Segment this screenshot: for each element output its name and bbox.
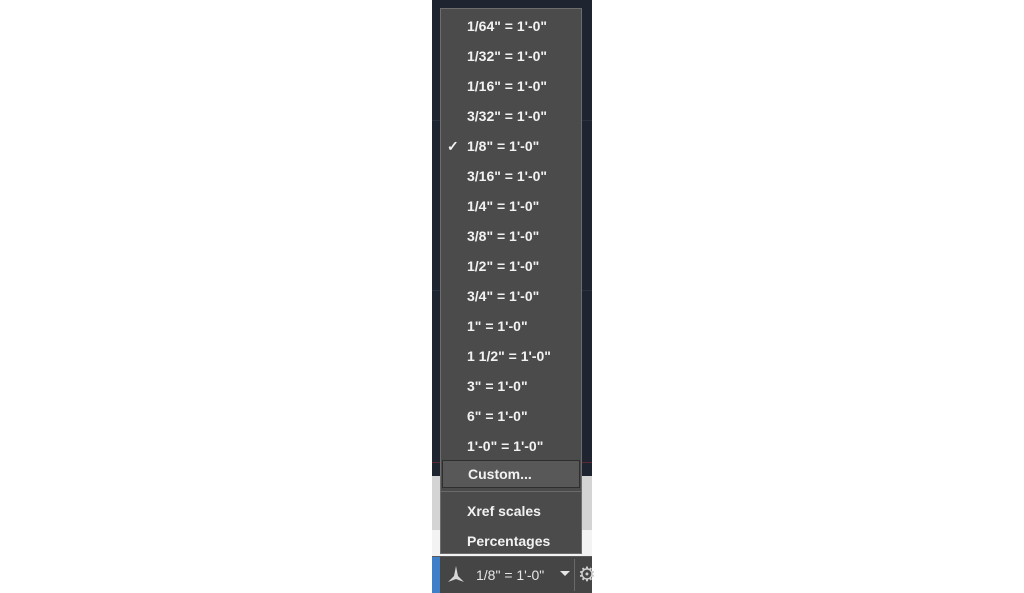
menu-item-scale[interactable]: 1/4" = 1'-0" <box>441 191 581 221</box>
annotation-scale-menu: Custom... Xref scales Percentages 1/64" … <box>440 8 582 554</box>
menu-item-scale[interactable]: 1'-0" = 1'-0" <box>441 431 581 461</box>
menu-item-label: 1/64" = 1'-0" <box>467 18 548 34</box>
menu-item-scale[interactable]: 3/16" = 1'-0" <box>441 161 581 191</box>
menu-item-label: 6" = 1'-0" <box>467 408 528 424</box>
menu-item-label: 1" = 1'-0" <box>467 318 528 334</box>
menu-item-scale[interactable]: 3/8" = 1'-0" <box>441 221 581 251</box>
checkmark-icon: ✓ <box>447 138 459 154</box>
menu-item-label: Percentages <box>467 533 551 549</box>
menu-item-label: 3/8" = 1'-0" <box>467 228 540 244</box>
menu-item-label: 3/32" = 1'-0" <box>467 108 548 124</box>
chevron-down-icon[interactable] <box>560 571 570 576</box>
menu-item-label: 3" = 1'-0" <box>467 378 528 394</box>
menu-item-scale[interactable]: 3/4" = 1'-0" <box>441 281 581 311</box>
menu-item-scale[interactable]: 1/16" = 1'-0" <box>441 71 581 101</box>
status-button-partial[interactable] <box>432 557 440 593</box>
menu-item-scale[interactable]: 6" = 1'-0" <box>441 401 581 431</box>
menu-item-scale[interactable]: 1 1/2" = 1'-0" <box>441 341 581 371</box>
menu-separator <box>441 491 581 492</box>
divider <box>574 559 575 591</box>
menu-item-label: 1/4" = 1'-0" <box>467 198 540 214</box>
menu-item-scale[interactable]: 1" = 1'-0" <box>441 311 581 341</box>
menu-item-scale[interactable]: 1/32" = 1'-0" <box>441 41 581 71</box>
menu-item-custom[interactable]: Custom... <box>442 460 580 488</box>
menu-item-label: 1/16" = 1'-0" <box>467 78 548 94</box>
menu-item-scale[interactable]: ✓ 1/8" = 1'-0" <box>441 131 581 161</box>
status-bar: 1/8" = 1'-0" ⚙ <box>432 556 596 593</box>
menu-item-label: 3/16" = 1'-0" <box>467 168 548 184</box>
menu-item-scale[interactable]: 1/64" = 1'-0" <box>441 11 581 41</box>
menu-item-scale[interactable]: 3/32" = 1'-0" <box>441 101 581 131</box>
menu-item-label: 1/2" = 1'-0" <box>467 258 540 274</box>
menu-item-label: 3/4" = 1'-0" <box>467 288 540 304</box>
menu-item-xref-scales[interactable]: Xref scales <box>441 496 581 526</box>
menu-item-scale[interactable]: 3" = 1'-0" <box>441 371 581 401</box>
menu-item-label: 1/32" = 1'-0" <box>467 48 548 64</box>
menu-item-label: Xref scales <box>467 503 541 519</box>
annotation-scale-dropdown[interactable]: 1/8" = 1'-0" <box>476 557 544 593</box>
menu-item-percentages[interactable]: Percentages <box>441 526 581 556</box>
gear-icon[interactable]: ⚙ <box>578 564 598 586</box>
menu-item-label: 1 1/2" = 1'-0" <box>467 348 551 364</box>
menu-item-label: 1'-0" = 1'-0" <box>467 438 544 454</box>
menu-item-label: 1/8" = 1'-0" <box>467 138 540 154</box>
annotation-scale-icon[interactable] <box>446 564 466 586</box>
menu-item-scale[interactable]: 1/2" = 1'-0" <box>441 251 581 281</box>
